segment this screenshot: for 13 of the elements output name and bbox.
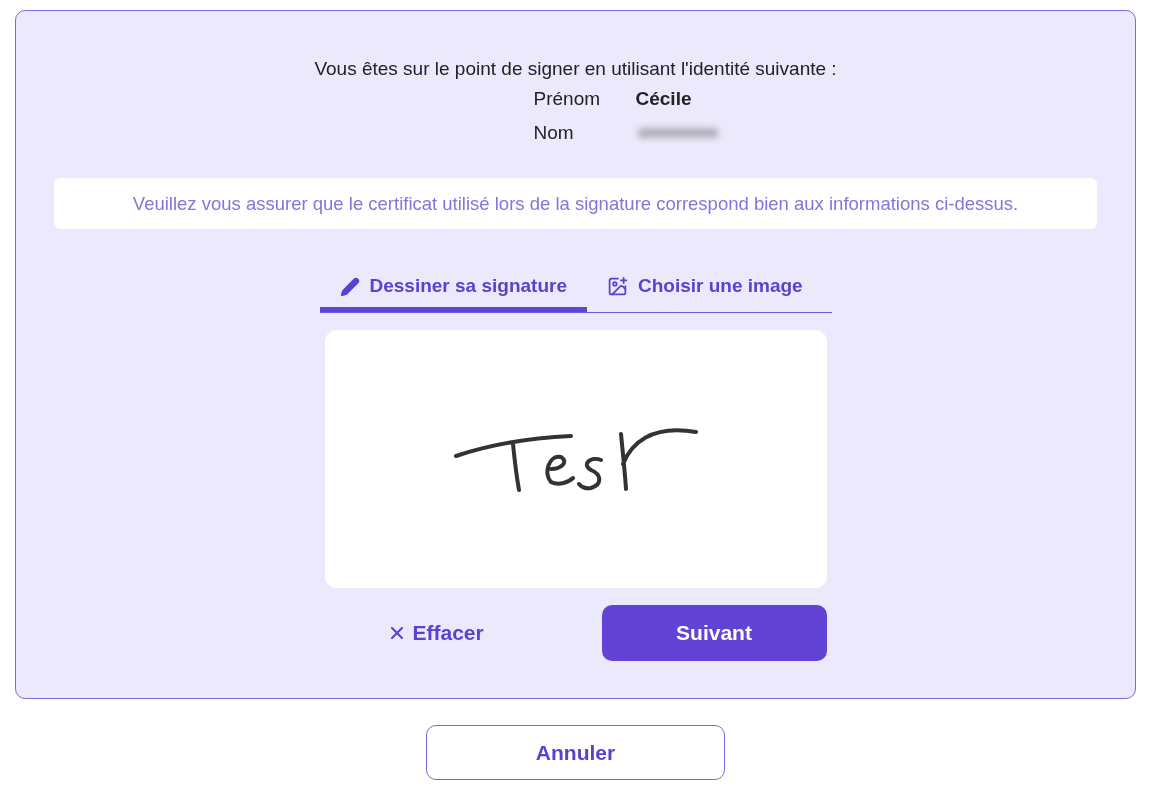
cancel-button[interactable]: Annuler xyxy=(426,725,725,780)
pencil-icon xyxy=(339,276,360,297)
tab[interactable]: Dessiner sa signature xyxy=(319,261,587,312)
notice-text: Veuillez vous assurer que le certificat utilisé lors de la signature correspond bien aux informations ci-dessus. xyxy=(132,191,1019,216)
tab[interactable]: Choisir une image xyxy=(587,261,823,312)
field-value: Cécile xyxy=(635,87,693,111)
field-label: Nom xyxy=(533,121,575,145)
next-button[interactable]: Suivant xyxy=(601,605,827,661)
field-label: Prénom xyxy=(533,87,602,111)
intro-text: Vous êtes sur le point de signer en utilisant l'identité suivante : xyxy=(314,57,837,81)
signature-pad[interactable] xyxy=(324,330,827,588)
image-add-icon xyxy=(607,276,628,297)
clear-button[interactable]: Effacer xyxy=(386,617,484,649)
